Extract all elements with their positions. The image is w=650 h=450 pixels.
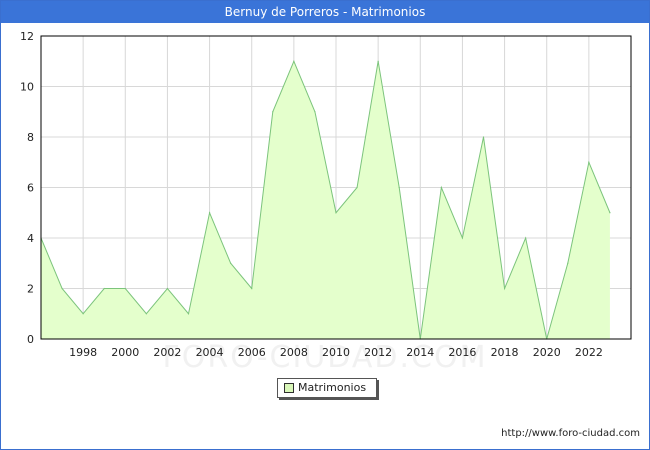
data-point (251, 287, 253, 290)
x-tick-label: 2016 (448, 346, 476, 359)
x-tick-label: 2004 (196, 346, 224, 359)
data-point (503, 287, 506, 290)
y-tick-label: 0 (27, 333, 34, 346)
data-point (187, 313, 190, 315)
data-point (440, 186, 442, 189)
data-point (525, 237, 527, 239)
x-tick-label: 2002 (153, 346, 181, 359)
data-point (482, 136, 485, 138)
x-tick-label: 2022 (575, 346, 603, 359)
data-point (293, 60, 295, 62)
y-tick-label: 8 (27, 131, 34, 144)
data-point (124, 287, 126, 290)
x-tick-label: 1998 (69, 346, 97, 359)
legend-swatch (284, 383, 294, 393)
y-tick-label: 10 (20, 81, 34, 94)
x-tick-label: 2006 (238, 346, 266, 359)
data-point (588, 161, 590, 163)
area-fill (41, 61, 610, 339)
legend-label: Matrimonios (298, 381, 367, 394)
y-tick-label: 6 (27, 182, 34, 195)
data-point (609, 212, 611, 214)
data-point (356, 186, 358, 189)
x-tick-label: 2012 (364, 346, 392, 359)
data-point (61, 287, 63, 290)
x-tick-label: 2000 (111, 346, 139, 359)
x-tick-label: 2018 (491, 346, 519, 359)
data-point (314, 111, 316, 113)
data-point (145, 313, 147, 315)
data-point (377, 60, 379, 62)
data-point (82, 313, 84, 315)
y-axis-ticks: 0 2 4 6 8 10 12 (20, 30, 34, 346)
x-axis-ticks: 1998 2000 2002 2004 2006 2008 2010 2012 2014 2016… (69, 346, 603, 359)
x-tick-label: 2010 (322, 346, 350, 359)
data-point (567, 262, 569, 264)
data-point (461, 237, 464, 239)
x-tick-label: 2008 (280, 346, 308, 359)
y-tick-label: 2 (27, 283, 34, 296)
chart-frame: Bernuy de Porreros - Matrimonios FORO-CI… (0, 0, 650, 450)
legend: Matrimonios (277, 378, 377, 398)
data-point (103, 287, 105, 290)
data-point (208, 212, 211, 214)
source-url: http://www.foro-ciudad.com (501, 428, 640, 439)
data-point (230, 262, 232, 264)
data-point (398, 186, 400, 189)
x-tick-label: 2014 (406, 346, 434, 359)
x-tick-label: 2020 (533, 346, 561, 359)
y-tick-label: 4 (27, 232, 34, 245)
data-point (166, 287, 169, 290)
data-point (335, 212, 337, 214)
y-tick-label: 12 (20, 30, 34, 43)
data-point (272, 111, 274, 113)
